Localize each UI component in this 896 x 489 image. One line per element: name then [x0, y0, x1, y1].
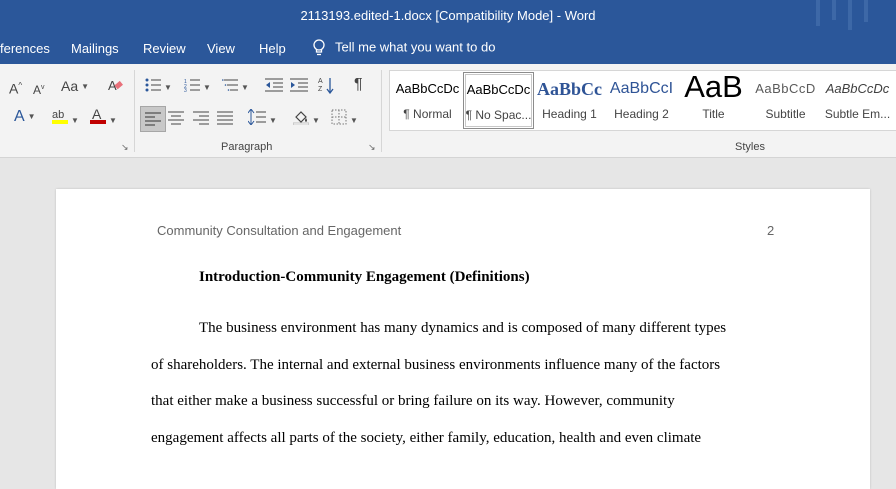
style-name: Heading 2	[614, 107, 669, 121]
borders-button[interactable]: ▼	[331, 109, 358, 129]
styles-group-label: Styles	[735, 141, 765, 153]
show-hide-marks-button[interactable]: ¶	[354, 77, 363, 93]
titlebar-decoration	[848, 0, 852, 30]
group-separator	[381, 70, 382, 152]
font-color-button[interactable]: A ▼	[90, 106, 117, 129]
svg-text:A: A	[318, 78, 323, 85]
titlebar-decoration	[816, 0, 820, 26]
paragraph-group-label: Paragraph	[221, 141, 273, 153]
line-spacing-button[interactable]: ▼	[247, 108, 277, 129]
numbering-icon: 123	[184, 79, 200, 94]
body-line[interactable]: engagement affects all parts of the soci…	[151, 430, 701, 447]
sort-button[interactable]: AZ	[318, 76, 334, 97]
highlight-button[interactable]: ab ▼	[52, 107, 79, 129]
titlebar-decoration	[864, 0, 868, 22]
tell-me-input[interactable]: Tell me what you want to do	[335, 39, 495, 54]
tab-mailings[interactable]: Mailings	[71, 41, 119, 56]
increase-indent-button[interactable]	[290, 78, 308, 95]
style-sample: AaB	[684, 72, 743, 102]
eraser-icon: A	[108, 78, 123, 93]
style-name: Subtle Em...	[824, 107, 891, 121]
style-sample: AaBbCcD	[755, 81, 816, 96]
paint-bucket-icon	[292, 111, 310, 126]
style-title[interactable]: AaB Title	[679, 72, 748, 127]
titlebar-decoration	[832, 0, 836, 20]
justify-icon	[217, 111, 233, 125]
style-name: Title	[702, 107, 725, 121]
style-name: Heading 1	[542, 107, 597, 121]
numbering-button[interactable]: 1 2 3 ▼	[184, 78, 211, 96]
style-sample: AaBbCcI	[609, 80, 674, 97]
style-sample: AaBbCc	[536, 79, 602, 99]
lightbulb-icon	[313, 39, 325, 56]
window-title: 2113193.edited-1.docx [Compatibility Mod…	[300, 8, 596, 23]
highlight-color-bar	[52, 120, 68, 124]
align-right-icon	[193, 111, 209, 125]
document-canvas[interactable]: Community Consultation and Engagement 2 …	[0, 158, 896, 489]
change-case-button[interactable]: Aa ▼	[61, 78, 89, 95]
align-center-icon	[168, 111, 184, 125]
styles-gallery: AaBbCcDc ¶ Normal AaBbCcDc ¶ No Spac... …	[389, 70, 896, 131]
style-name: ¶ Normal	[403, 107, 452, 121]
style-normal[interactable]: AaBbCcDc ¶ Normal	[393, 72, 462, 127]
align-center-button[interactable]	[168, 111, 184, 128]
style-heading-2[interactable]: AaBbCcI Heading 2	[607, 72, 676, 127]
shrink-font-icon: A	[33, 83, 42, 97]
document-page[interactable]: Community Consultation and Engagement 2 …	[56, 189, 870, 489]
page-number[interactable]: 2	[767, 223, 774, 238]
shading-button[interactable]: ▼	[292, 109, 320, 129]
ribbon-tabs: ferences Mailings Review View Help Tell …	[0, 34, 896, 64]
borders-icon	[331, 109, 347, 125]
align-left-icon	[145, 112, 161, 126]
line-spacing-icon	[247, 108, 266, 126]
ribbon: A^ Av Aa ▼ A A ▼ ab ▼ A ▼ ↘ ▼ 1 2 3 ▼ ▼ AZ ¶	[0, 64, 896, 158]
font-dialog-launcher[interactable]: ↘	[121, 142, 129, 153]
increase-indent-icon	[290, 78, 308, 92]
multilevel-list-icon	[222, 79, 238, 91]
bullets-icon	[145, 78, 161, 92]
paragraph-dialog-launcher[interactable]: ↘	[368, 142, 376, 153]
style-sample: AaBbCcDc	[825, 81, 890, 96]
svg-text:Z: Z	[318, 86, 323, 93]
grow-font-button[interactable]: A^	[9, 78, 22, 97]
align-right-button[interactable]	[193, 111, 209, 128]
multilevel-list-button[interactable]: ▼	[222, 78, 249, 96]
style-name: Subtitle	[765, 107, 806, 121]
shrink-font-button[interactable]: Av	[33, 80, 45, 98]
text-effects-button[interactable]: A ▼	[14, 108, 36, 125]
style-sample: AaBbCcDc	[466, 82, 531, 97]
svg-text:3: 3	[184, 88, 187, 92]
tab-review[interactable]: Review	[143, 41, 186, 56]
title-bar: 2113193.edited-1.docx [Compatibility Mod…	[0, 0, 896, 34]
decrease-indent-button[interactable]	[265, 78, 283, 95]
clear-formatting-button[interactable]: A	[107, 77, 123, 96]
bullets-button[interactable]: ▼	[145, 78, 172, 96]
style-name: ¶ No Spac...	[465, 108, 532, 122]
running-header[interactable]: Community Consultation and Engagement	[157, 223, 401, 238]
style-subtle-emphasis[interactable]: AaBbCcDc Subtle Em...	[823, 72, 892, 127]
justify-button[interactable]	[217, 111, 233, 128]
sort-icon: AZ	[318, 78, 334, 95]
tell-me-group[interactable]: Tell me what you want to do	[312, 39, 495, 57]
body-line[interactable]: The business environment has many dynami…	[199, 320, 726, 337]
style-heading-1[interactable]: AaBbCc Heading 1	[535, 72, 604, 127]
decrease-indent-icon	[265, 78, 283, 92]
style-sample: AaBbCcDc	[395, 81, 460, 96]
align-left-button[interactable]	[140, 106, 166, 132]
style-subtitle[interactable]: AaBbCcD Subtitle	[751, 72, 820, 127]
style-no-spacing[interactable]: AaBbCcDc ¶ No Spac...	[463, 72, 534, 129]
tab-references[interactable]: ferences	[0, 41, 50, 56]
change-case-icon: Aa	[61, 78, 79, 94]
group-separator	[134, 70, 135, 152]
document-heading[interactable]: Introduction-Community Engagement (Defin…	[199, 269, 530, 286]
text-effects-icon: A	[14, 108, 25, 125]
font-color-bar	[90, 120, 106, 124]
body-line[interactable]: that either make a business successful o…	[151, 393, 675, 410]
tab-view[interactable]: View	[207, 41, 235, 56]
grow-font-icon: A	[9, 80, 19, 97]
tab-help[interactable]: Help	[259, 41, 286, 56]
body-line[interactable]: of shareholders. The internal and extern…	[151, 357, 720, 374]
